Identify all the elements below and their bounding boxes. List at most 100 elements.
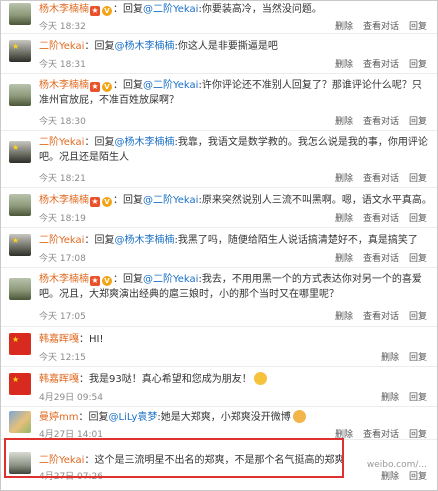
comment-time: 4月29日 09:54 (39, 393, 103, 403)
comment-text: :原来突然说别人三流不叫黑啊。嗯，语文水平真高。 (198, 195, 429, 206)
reply-link[interactable]: 回复 (409, 114, 427, 127)
comment-text: ：HI! (79, 334, 104, 345)
delete-link[interactable]: 删除 (381, 390, 399, 403)
username-link[interactable]: 韩嘉晖嘎 (39, 334, 79, 345)
comment-text: ：回复 (84, 235, 115, 246)
view-conversation-link[interactable]: 查看对话 (363, 251, 399, 264)
user-avatar[interactable]: ★ (9, 234, 31, 256)
view-conversation-link[interactable]: 查看对话 (363, 211, 399, 224)
delete-link[interactable]: 删除 (381, 350, 399, 363)
comment-actions: 删除 回复 (371, 469, 427, 482)
comment-item: ★ 二阶Yekai：回复@杨木李楠楠:我黑了吗，随便给陌生人说话搞清楚好不，真是… (1, 228, 437, 268)
delete-link[interactable]: 删除 (335, 57, 353, 70)
comment-item: ★ 韩嘉晖嘎：我是93哒！真心希望和您成为朋友！ 4月29日 09:54 删除回… (1, 367, 437, 407)
comment-line: 杨木李楠楠 ★ V ：回复@二阶Yekai:你要装高冷，当然没问题。 (39, 2, 429, 17)
member-badge-icon: ★ (90, 82, 100, 92)
reply-link[interactable]: 回复 (409, 19, 427, 32)
comment-line: 二阶Yekai：回复@杨木李楠楠:你这人是非要撕逼是吧 (39, 39, 429, 54)
mention-link[interactable]: @杨木李楠楠 (114, 137, 174, 148)
comment-actions: 删除 查看对话 回复 (325, 211, 427, 224)
comment-actions: 删除 回复 (371, 390, 427, 403)
view-conversation-link[interactable]: 查看对话 (363, 171, 399, 184)
user-avatar[interactable]: ★ (9, 40, 31, 62)
username-link[interactable]: 杨木李楠楠 (39, 80, 89, 91)
comment-time: 今天 18:31 (39, 60, 86, 70)
user-avatar[interactable] (9, 278, 31, 300)
reply-link[interactable]: 回复 (409, 390, 427, 403)
watermark: weibo.com/... (366, 460, 427, 470)
laugh-emoji-icon (292, 410, 306, 423)
reply-link[interactable]: 回复 (409, 171, 427, 184)
comment-actions: 删除 查看对话 回复 (325, 171, 427, 184)
member-badge-icon: ★ (90, 276, 100, 286)
verified-v-icon: V (102, 82, 112, 92)
smile-emoji-icon (253, 372, 267, 385)
username-link[interactable]: 二阶Yekai (39, 41, 84, 52)
comment-text: ：回复 (84, 41, 115, 52)
comment-item: 杨木李楠楠 ★ V ：回复@二阶Yekai:你要装高冷，当然没问题。 今天 18:32… (1, 1, 437, 34)
user-avatar[interactable]: ★ (9, 141, 31, 163)
delete-link[interactable]: 删除 (335, 251, 353, 264)
delete-link[interactable]: 删除 (381, 469, 399, 482)
comment-time: 今天 18:19 (39, 214, 86, 224)
username-link[interactable]: 杨木李楠楠 (39, 195, 89, 206)
user-avatar[interactable]: ★ (9, 333, 31, 355)
view-conversation-link[interactable]: 查看对话 (363, 427, 399, 440)
delete-link[interactable]: 删除 (335, 211, 353, 224)
mention-link[interactable]: @LiLy袁梦 (108, 412, 157, 423)
comment-actions: 删除 查看对话 回复 (325, 57, 427, 70)
user-avatar[interactable] (9, 3, 31, 25)
reply-link[interactable]: 回复 (409, 309, 427, 322)
reply-link[interactable]: 回复 (409, 350, 427, 363)
verified-v-icon: V (102, 6, 112, 16)
comment-time: 今天 18:30 (39, 117, 86, 127)
comment-item: 杨木李楠楠 ★ V ：回复@二阶Yekai:许你评论还不准别人回复了？那谁评论什么呢？… (1, 74, 437, 131)
comment-text: ：回复 (113, 4, 143, 15)
verified-v-icon: V (102, 197, 112, 207)
username-link[interactable]: 杨木李楠楠 (39, 4, 89, 15)
reply-link[interactable]: 回复 (409, 211, 427, 224)
comment-item: 曼婷mm：回复@LiLy袁梦:她是大郑爽，小郑爽没开微博 4月27日 14:01… (1, 407, 437, 440)
comment-text: :我黑了吗，随便给陌生人说话搞清楚好不，真是搞笑了 (174, 235, 418, 246)
mention-link[interactable]: @二阶Yekai (143, 195, 198, 206)
reply-link[interactable]: 回复 (409, 427, 427, 440)
reply-link[interactable]: 回复 (409, 57, 427, 70)
comment-item: ★ 二阶Yekai：回复@杨木李楠楠:我靠，我语文是数学教的。我怎么说是我的事，… (1, 131, 437, 188)
user-avatar[interactable] (9, 411, 31, 433)
reply-link[interactable]: 回复 (409, 469, 427, 482)
comment-time: 今天 12:15 (39, 353, 86, 363)
delete-link[interactable]: 删除 (335, 171, 353, 184)
comment-actions: 删除 查看对话 回复 (325, 309, 427, 322)
mention-link[interactable]: @杨木李楠楠 (114, 235, 174, 246)
user-avatar[interactable] (9, 194, 31, 216)
mention-link[interactable]: @二阶Yekai (143, 4, 198, 15)
comment-line: 杨木李楠楠 ★ V ：回复@二阶Yekai:我去，不用用黑一个的方式表达你对另一个的喜… (39, 272, 429, 302)
view-conversation-link[interactable]: 查看对话 (363, 114, 399, 127)
user-avatar[interactable] (9, 84, 31, 106)
username-link[interactable]: 二阶Yekai (39, 137, 84, 148)
comment-text: ：回复 (113, 274, 143, 285)
comment-item: ★ 韩嘉晖嘎：HI! 今天 12:15 删除 回复 (1, 327, 437, 367)
username-link[interactable]: 杨木李楠楠 (39, 274, 89, 285)
delete-link[interactable]: 删除 (335, 114, 353, 127)
view-conversation-link[interactable]: 查看对话 (363, 19, 399, 32)
delete-link[interactable]: 删除 (335, 19, 353, 32)
user-avatar[interactable]: ★ (9, 373, 31, 395)
view-conversation-link[interactable]: 查看对话 (363, 309, 399, 322)
mention-link[interactable]: @杨木李楠楠 (114, 41, 174, 52)
delete-link[interactable]: 删除 (335, 309, 353, 322)
reply-link[interactable]: 回复 (409, 251, 427, 264)
comment-line: 杨木李楠楠 ★ V ：回复@二阶Yekai:许你评论还不准别人回复了？那谁评论什么呢？… (39, 78, 429, 108)
comment-line: 韩嘉晖嘎：我是93哒！真心希望和您成为朋友！ (39, 372, 429, 387)
highlight-box (4, 438, 344, 478)
view-conversation-link[interactable]: 查看对话 (363, 57, 399, 70)
username-link[interactable]: 韩嘉晖嘎 (39, 374, 79, 385)
comment-text: :她是大郑爽，小郑爽没开微博 (157, 412, 291, 423)
comment-item: 杨木李楠楠 ★ V ：回复@二阶Yekai:原来突然说别人三流不叫黑啊。嗯，语文水平真… (1, 188, 437, 228)
member-badge-icon: ★ (90, 197, 100, 207)
username-link[interactable]: 曼婷mm (39, 412, 78, 423)
comment-text: ：回复 (84, 137, 115, 148)
mention-link[interactable]: @二阶Yekai (143, 274, 198, 285)
mention-link[interactable]: @二阶Yekai (143, 80, 198, 91)
username-link[interactable]: 二阶Yekai (39, 235, 84, 246)
